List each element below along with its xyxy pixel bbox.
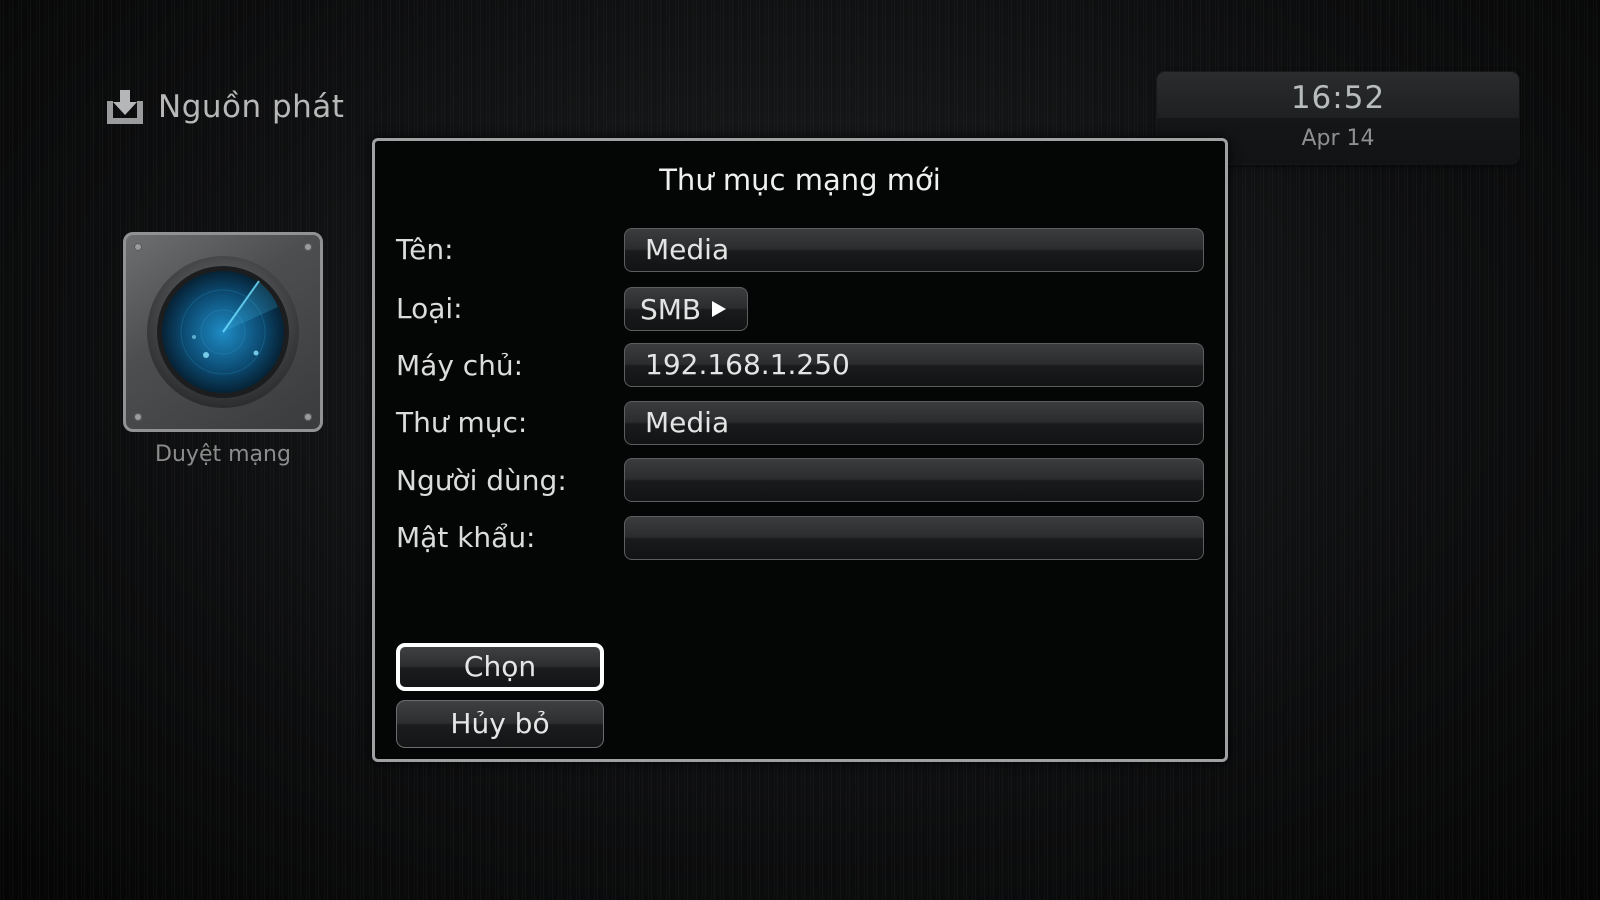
radar-icon [147,256,299,408]
source-header: Nguồn phát [104,86,344,128]
server-label: Máy chủ: [396,349,524,382]
password-label: Mật khẩu: [396,521,536,554]
type-select[interactable]: SMB [624,287,748,331]
select-button[interactable]: Chọn [396,643,604,691]
user-label: Người dùng: [396,464,567,497]
cancel-button[interactable]: Hủy bỏ [396,700,604,748]
source-title: Nguồn phát [158,89,345,125]
folder-label: Thư mục: [396,406,528,439]
screw-icon [304,243,312,251]
clock-time: 16:52 [1290,80,1386,116]
new-network-folder-dialog: Thư mục mạng mới Tên: Media Loại: SMB Má… [372,138,1228,762]
download-tray-icon [107,90,143,124]
name-field[interactable]: Media [624,228,1204,272]
browse-network-label: Duyệt mạng [155,442,291,467]
type-value: SMB [640,292,702,326]
name-label: Tên: [396,233,454,266]
screw-icon [304,413,312,421]
browse-network-tile[interactable] [123,232,323,432]
screw-icon [134,243,142,251]
screen: Nguồn phát 16:52 Apr 14 Duyệt mạng Thư m… [0,0,1600,900]
server-field[interactable]: 192.168.1.250 [624,343,1204,387]
play-arrow-icon [712,301,727,317]
user-field[interactable] [624,458,1204,502]
password-field[interactable] [624,516,1204,560]
type-label: Loại: [396,292,463,325]
folder-field[interactable]: Media [624,401,1204,445]
screw-icon [134,413,142,421]
dialog-title: Thư mục mạng mới [659,163,941,197]
